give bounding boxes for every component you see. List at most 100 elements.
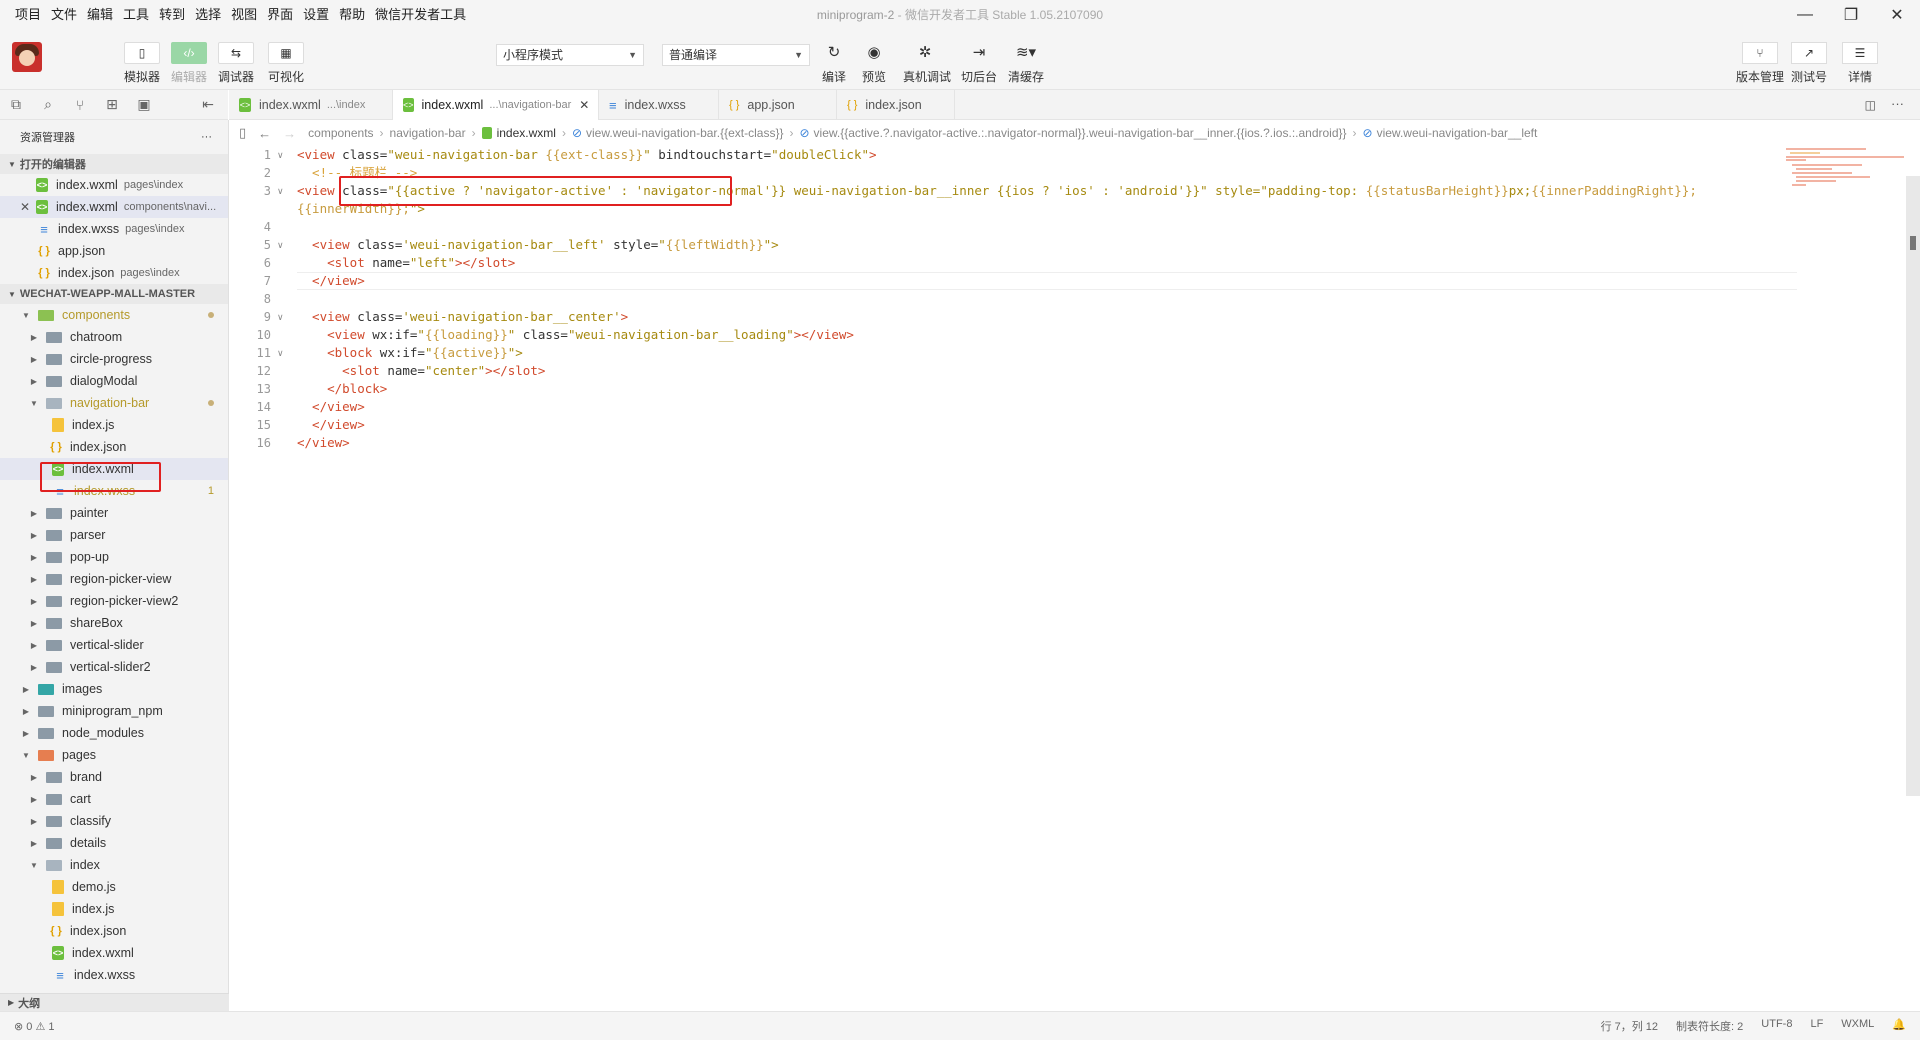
tree-folder[interactable]: ▼ navigation-bar <box>0 392 228 414</box>
outline-section[interactable]: ▶ 大纲 <box>0 993 229 1011</box>
tab-index-wxml-navigation-bar[interactable]: <> index.wxml ...\navigation-bar ✕ <box>393 90 599 120</box>
tree-folder[interactable]: ▶ node_modules <box>0 722 228 744</box>
tab-index-json[interactable]: { } index.json <box>837 90 955 120</box>
language-mode[interactable]: WXML <box>1841 1018 1874 1034</box>
git-icon[interactable]: ⑂ <box>64 97 96 113</box>
tree-folder[interactable]: ▶ miniprogram_npm <box>0 700 228 722</box>
line-ending[interactable]: LF <box>1810 1018 1823 1034</box>
background-button[interactable]: ⇥ 切后台 <box>957 42 1001 85</box>
tree-folder[interactable]: ▶ vertical-slider2 <box>0 656 228 678</box>
menu-view[interactable]: 视图 <box>226 0 262 30</box>
breadcrumb-item[interactable]: index.wxml <box>497 126 556 140</box>
clear-cache-button[interactable]: ≋▾ 清缓存 <box>1004 42 1048 85</box>
remote-debug-button[interactable]: ✲ 真机调试 <box>903 42 951 85</box>
compile-mode-select[interactable]: 普通编译 ▼ <box>662 44 810 66</box>
open-file-item[interactable]: { } index.json pages\index <box>0 262 228 284</box>
tree-folder[interactable]: ▼ pages <box>0 744 228 766</box>
editor-button[interactable]: ‹/› 编辑器 <box>167 42 211 85</box>
tree-file[interactable]: ≡ index.wxss 1 <box>0 480 228 502</box>
problems-indicator[interactable]: ⊗ 0 ⚠ 1 <box>14 1020 54 1033</box>
maximize-button[interactable]: ❐ <box>1828 0 1874 30</box>
tree-folder[interactable]: ▶ circle-progress <box>0 348 228 370</box>
version-button[interactable]: ⑂ 版本管理 <box>1736 42 1784 85</box>
open-file-item[interactable]: <> index.wxml pages\index <box>0 174 228 196</box>
notification-icon[interactable]: 🔔 <box>1892 1018 1906 1034</box>
debugger-button[interactable]: ⇆ 调试器 <box>214 42 258 85</box>
code-editor[interactable]: 1 2 3 4 5 6 7 8 9 10 11 12 13 14 15 16 ∨… <box>229 146 1920 1010</box>
tree-file[interactable]: ≡ index.wxss <box>0 964 228 986</box>
tree-folder[interactable]: ▶ cart <box>0 788 228 810</box>
tree-folder[interactable]: ▶ details <box>0 832 228 854</box>
menu-help[interactable]: 帮助 <box>334 0 370 30</box>
tree-file[interactable]: index.js <box>0 414 228 436</box>
debug-icon[interactable]: ▣ <box>128 96 160 113</box>
tree-folder[interactable]: ▶ pop-up <box>0 546 228 568</box>
breadcrumb-item[interactable]: navigation-bar <box>390 126 466 140</box>
minimap[interactable] <box>1786 148 1906 188</box>
scrollbar-thumb[interactable] <box>1910 236 1916 250</box>
menu-project[interactable]: 项目 <box>10 0 46 30</box>
fold-icon[interactable]: ∨ <box>277 182 289 200</box>
tree-folder[interactable]: ▶ parser <box>0 524 228 546</box>
tree-folder[interactable]: ▶ images <box>0 678 228 700</box>
tree-folder[interactable]: ▶ chatroom <box>0 326 228 348</box>
files-icon[interactable]: ⧉ <box>0 96 32 113</box>
open-editors-section[interactable]: ▼ 打开的编辑器 <box>0 154 228 174</box>
cursor-position[interactable]: 行 7，列 12 <box>1601 1018 1658 1034</box>
fold-icon[interactable]: ∨ <box>277 344 289 362</box>
tree-file[interactable]: { } index.json <box>0 920 228 942</box>
tree-file-selected[interactable]: <> index.wxml <box>0 458 228 480</box>
extensions-icon[interactable]: ⊞ <box>96 96 128 113</box>
tree-file[interactable]: <> index.wxml <box>0 942 228 964</box>
close-tab-icon[interactable]: ✕ <box>579 98 589 112</box>
tree-folder[interactable]: ▶ vertical-slider <box>0 634 228 656</box>
bookmark-icon[interactable]: ▯ <box>239 125 246 141</box>
details-button[interactable]: ☰ 详情 <box>1838 42 1882 85</box>
fold-icon[interactable]: ∨ <box>277 146 289 164</box>
preview-button[interactable]: ◉ 预览 <box>852 42 896 85</box>
project-section[interactable]: ▼ WECHAT-WEAPP-MALL-MASTER <box>0 284 228 304</box>
vertical-scrollbar[interactable] <box>1906 176 1920 796</box>
tree-file[interactable]: demo.js <box>0 876 228 898</box>
encoding[interactable]: UTF-8 <box>1761 1018 1792 1034</box>
menu-wechat-devtools[interactable]: 微信开发者工具 <box>370 0 471 30</box>
tab-app-json[interactable]: { } app.json <box>719 90 837 120</box>
tab-index-wxml-pages[interactable]: <> index.wxml ...\index <box>229 90 393 120</box>
tab-size[interactable]: 制表符长度: 2 <box>1676 1018 1743 1034</box>
tab-index-wxss[interactable]: ≡ index.wxss <box>599 90 719 120</box>
forward-arrow-icon[interactable]: → <box>283 126 296 141</box>
menu-settings[interactable]: 设置 <box>298 0 334 30</box>
visual-button[interactable]: ▦ 可视化 <box>264 42 308 85</box>
tree-file[interactable]: index.js <box>0 898 228 920</box>
test-account-button[interactable]: ↗ 测试号 <box>1787 42 1831 85</box>
tree-folder[interactable]: ▶ dialogModal <box>0 370 228 392</box>
open-file-item[interactable]: ✕ <> index.wxml components\navi... <box>0 196 228 218</box>
back-arrow-icon[interactable]: ← <box>258 126 271 141</box>
tree-folder[interactable]: ▶ classify <box>0 810 228 832</box>
tree-file[interactable]: { } index.json <box>0 436 228 458</box>
menu-file[interactable]: 文件 <box>46 0 82 30</box>
simulator-button[interactable]: ▯ 模拟器 <box>120 42 164 85</box>
mode-select[interactable]: 小程序模式 ▼ <box>496 44 644 66</box>
minimize-button[interactable]: — <box>1782 0 1828 30</box>
collapse-panel-icon[interactable]: ⇤ <box>192 96 224 113</box>
menu-select[interactable]: 选择 <box>190 0 226 30</box>
menu-tools[interactable]: 工具 <box>118 0 154 30</box>
split-editor-icon[interactable]: ◫ <box>1865 98 1876 112</box>
breadcrumb-item[interactable]: view.weui-navigation-bar__left <box>1377 126 1538 140</box>
close-window-button[interactable]: ✕ <box>1874 0 1920 30</box>
tree-folder[interactable]: ▶ painter <box>0 502 228 524</box>
open-file-item[interactable]: { } app.json <box>0 240 228 262</box>
breadcrumb-item[interactable]: view.weui-navigation-bar.{{ext-class}} <box>586 126 783 140</box>
open-file-item[interactable]: ≡ index.wxss pages\index <box>0 218 228 240</box>
fold-icon[interactable]: ∨ <box>277 236 289 254</box>
close-icon[interactable]: ✕ <box>20 200 30 214</box>
avatar[interactable] <box>12 42 42 72</box>
breadcrumb-item[interactable]: view.{{active.?.navigator-active.:.navig… <box>814 126 1347 140</box>
search-icon[interactable]: ⌕ <box>32 96 64 113</box>
tree-folder[interactable]: ▼ index <box>0 854 228 876</box>
compile-button[interactable]: ↻ 编译 <box>812 42 856 85</box>
tree-folder[interactable]: ▶ region-picker-view2 <box>0 590 228 612</box>
tree-folder[interactable]: ▶ shareBox <box>0 612 228 634</box>
fold-icon[interactable]: ∨ <box>277 308 289 326</box>
